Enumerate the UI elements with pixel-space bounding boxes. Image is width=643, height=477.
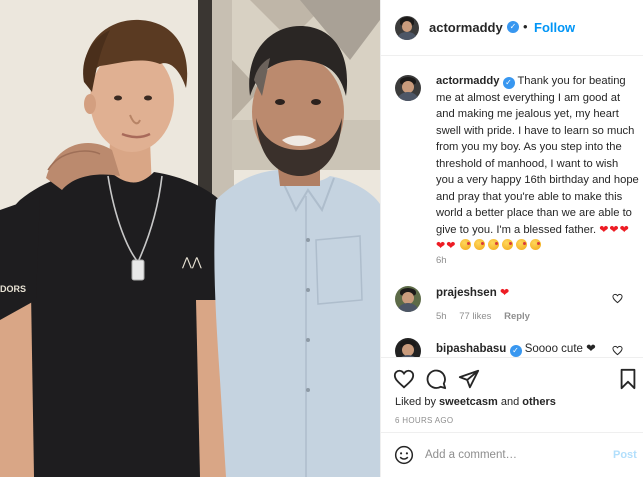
comment-2-text: Soooo cute ❤ <box>524 343 596 355</box>
shirt-logo: ⋀⋀ <box>181 255 202 269</box>
comment-2-verified-badge-icon: ✓ <box>509 345 522 357</box>
comment-2-username[interactable]: bipashabasu <box>436 343 506 355</box>
author-avatar[interactable] <box>395 16 419 40</box>
post-timestamp[interactable]: 6 HOURS AGO <box>395 416 453 425</box>
caption-hearts-second-line: ❤❤ <box>436 240 457 252</box>
kiss-face-emoji-icon <box>529 239 541 250</box>
comment-1-likes[interactable]: 77 likes <box>459 311 491 322</box>
comment-1-time[interactable]: 5h <box>436 311 447 322</box>
paper-plane-icon[interactable] <box>458 368 480 390</box>
post-actions: Liked by sweetcasm and others 6 HOURS AG… <box>381 357 643 431</box>
comment-1-text: ❤ <box>499 287 511 299</box>
liked-by-prefix: Liked by <box>395 396 436 408</box>
comment-avatar-bipashabasu[interactable] <box>395 338 421 357</box>
caption-username[interactable]: actormaddy <box>436 75 499 87</box>
caption-author-avatar[interactable] <box>395 75 421 101</box>
caption-emoji-row <box>459 239 544 252</box>
comments-section[interactable]: actormaddy ✓ Thank you for beating me at… <box>381 57 643 357</box>
caption-time[interactable]: 6h <box>436 255 447 266</box>
liked-by-user[interactable]: sweetcasm <box>439 396 498 408</box>
author-username[interactable]: actormaddy <box>429 20 503 35</box>
caption-verified-badge-icon: ✓ <box>502 77 515 89</box>
caption-text: Thank you for beating me at almost every… <box>436 75 639 236</box>
heart-outline-icon[interactable] <box>393 368 415 390</box>
post-photo-illustration: ⋀⋀ DORS <box>0 0 380 477</box>
comment-2: bipashabasu ✓ Soooo cute ❤ <box>436 341 596 357</box>
verified-badge-icon: ✓ <box>507 21 519 33</box>
post-side-panel: actormaddy ✓ • Follow actormaddy ✓ Thank… <box>380 0 643 477</box>
liked-by-and: and <box>500 396 520 408</box>
liked-by: Liked by sweetcasm and others <box>395 396 556 408</box>
shirt-print-text: DORS <box>0 284 26 294</box>
comment-avatar-prajeshsen[interactable] <box>395 286 421 312</box>
kiss-face-emoji-icon <box>501 239 513 250</box>
comment-2-like-heart-icon[interactable] <box>612 345 623 356</box>
caption-hearts: ❤❤❤ <box>599 223 630 236</box>
comment-1-like-heart-icon[interactable] <box>612 293 623 304</box>
comment-1-meta: 5h 77 likes Reply <box>436 311 540 322</box>
post-photo[interactable]: ⋀⋀ DORS <box>0 0 380 477</box>
bookmark-icon[interactable] <box>617 368 639 390</box>
smiley-icon[interactable] <box>394 445 414 465</box>
comment-1-reply-button[interactable]: Reply <box>504 311 530 322</box>
post-header: actormaddy ✓ • Follow <box>381 0 643 56</box>
add-comment-input[interactable] <box>425 445 595 465</box>
post-comment-button[interactable]: Post <box>613 449 637 461</box>
speech-bubble-icon[interactable] <box>425 368 447 390</box>
comment-1-username[interactable]: prajeshsen <box>436 287 497 299</box>
follow-button[interactable]: Follow <box>534 20 575 35</box>
kiss-face-emoji-icon <box>459 239 471 250</box>
caption: actormaddy ✓ Thank you for beating me at… <box>436 73 639 255</box>
kiss-face-emoji-icon <box>487 239 499 250</box>
kiss-face-emoji-icon <box>473 239 485 250</box>
kiss-face-emoji-icon <box>515 239 527 250</box>
add-comment-bar: Post <box>381 432 643 477</box>
liked-by-others[interactable]: others <box>522 396 556 408</box>
header-separator: • <box>523 19 528 34</box>
comment-1: prajeshsen ❤ <box>436 286 510 299</box>
